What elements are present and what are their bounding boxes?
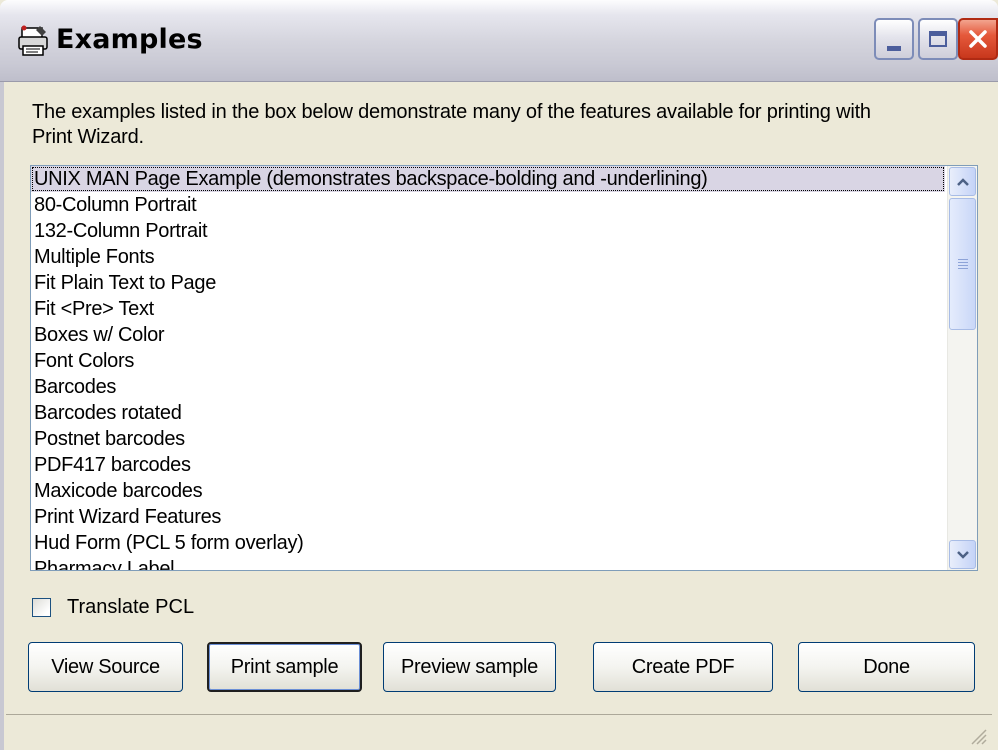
translate-pcl-label[interactable]: Translate PCL	[67, 596, 194, 619]
list-item[interactable]: Barcodes rotated	[31, 400, 947, 426]
printer-wizard-icon	[18, 25, 48, 56]
list-item[interactable]: Barcodes	[31, 374, 947, 400]
create-pdf-button[interactable]: Create PDF	[593, 642, 773, 692]
title-bar[interactable]: Examples	[0, 0, 998, 82]
list-item[interactable]: Print Wizard Features	[31, 504, 947, 530]
preview-sample-button[interactable]: Preview sample	[383, 642, 556, 692]
list-item[interactable]: Multiple Fonts	[31, 244, 947, 270]
list-item[interactable]: Font Colors	[31, 348, 947, 374]
scroll-thumb[interactable]	[949, 198, 976, 330]
list-item[interactable]: 80-Column Portrait	[31, 192, 947, 218]
chevron-down-icon	[956, 550, 969, 559]
window-title: Examples	[56, 24, 203, 55]
resize-grip-icon[interactable]	[966, 724, 988, 746]
list-item[interactable]: Pharmacy Label	[31, 556, 947, 570]
scroll-down-button[interactable]	[949, 540, 976, 569]
list-item[interactable]: Maxicode barcodes	[31, 478, 947, 504]
list-item[interactable]: 132-Column Portrait	[31, 218, 947, 244]
maximize-button[interactable]	[918, 18, 958, 60]
examples-window: Examples The examples listed in the box …	[0, 0, 998, 750]
list-item[interactable]: PDF417 barcodes	[31, 452, 947, 478]
window-frame-left	[0, 82, 4, 750]
minimize-button[interactable]	[874, 18, 914, 60]
minimize-icon	[887, 45, 901, 51]
print-sample-button[interactable]: Print sample	[207, 642, 362, 692]
close-icon	[969, 30, 987, 48]
examples-list[interactable]: UNIX MAN Page Example (demonstrates back…	[31, 166, 947, 570]
done-button[interactable]: Done	[798, 642, 975, 692]
grip-icon	[957, 257, 968, 271]
list-item[interactable]: Fit Plain Text to Page	[31, 270, 947, 296]
maximize-icon	[929, 31, 947, 47]
list-item[interactable]: Postnet barcodes	[31, 426, 947, 452]
translate-pcl-option[interactable]: Translate PCL	[32, 594, 194, 620]
list-item[interactable]: Boxes w/ Color	[31, 322, 947, 348]
translate-pcl-checkbox[interactable]	[32, 597, 51, 617]
list-item[interactable]: Hud Form (PCL 5 form overlay)	[31, 530, 947, 556]
scroll-up-button[interactable]	[949, 167, 976, 196]
view-source-button[interactable]: View Source	[28, 642, 183, 692]
status-bar	[6, 714, 992, 750]
list-item[interactable]: Fit <Pre> Text	[31, 296, 947, 322]
close-button[interactable]	[958, 18, 998, 60]
examples-listbox[interactable]: UNIX MAN Page Example (demonstrates back…	[30, 165, 978, 571]
chevron-up-icon	[956, 177, 969, 186]
list-item[interactable]: UNIX MAN Page Example (demonstrates back…	[31, 166, 945, 192]
vertical-scrollbar[interactable]	[947, 166, 977, 570]
description-text: The examples listed in the box below dem…	[32, 101, 871, 148]
